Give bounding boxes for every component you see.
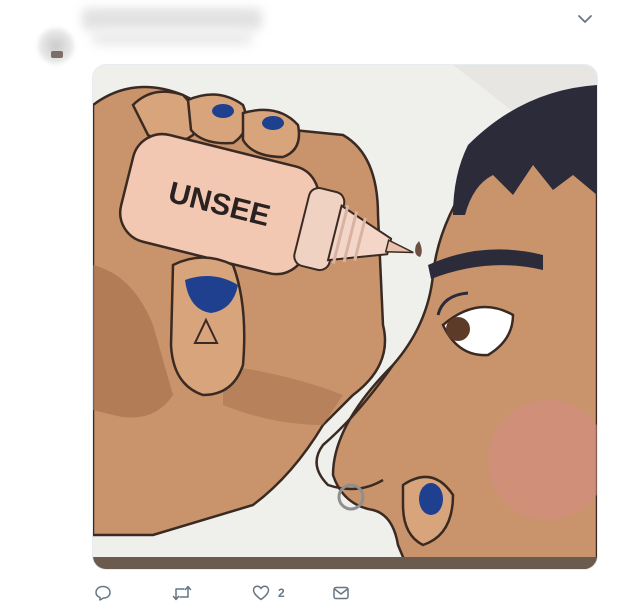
avatar-detail	[51, 51, 63, 58]
heart-icon	[252, 584, 270, 602]
tweet-card[interactable]: UNSEE 2	[0, 0, 629, 608]
tweet-actions: 2	[92, 582, 596, 606]
tweet-image[interactable]: UNSEE	[92, 64, 598, 570]
retweet-icon	[172, 584, 192, 602]
envelope-icon	[332, 584, 350, 602]
reply-button[interactable]	[94, 582, 112, 604]
chevron-down-icon[interactable]	[574, 8, 596, 30]
blurred-display-name	[82, 8, 262, 30]
avatar[interactable]	[38, 28, 74, 64]
blurred-username	[92, 30, 252, 46]
like-count: 2	[278, 586, 285, 600]
retweet-button[interactable]	[172, 582, 192, 604]
like-button[interactable]: 2	[252, 582, 285, 604]
direct-message-button[interactable]	[332, 582, 350, 604]
reply-icon	[94, 584, 112, 602]
